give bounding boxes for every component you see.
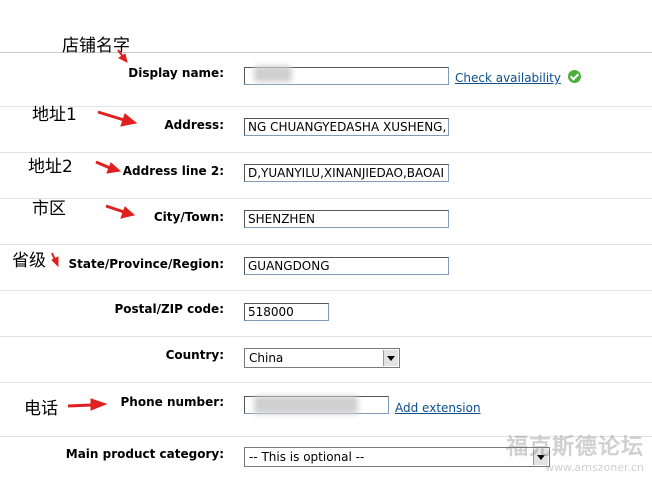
phone-label: Phone number:: [120, 395, 224, 409]
annotation-address: 地址1: [32, 105, 77, 125]
category-select[interactable]: -- This is optional --: [244, 447, 550, 467]
check-availability-link[interactable]: Check availability: [455, 71, 561, 85]
state-input[interactable]: GUANGDONG: [244, 257, 449, 275]
annotation-city: 市区: [32, 199, 66, 219]
postal-input[interactable]: 518000: [244, 303, 329, 321]
row-divider: [0, 198, 652, 199]
redacted-display-name: [254, 66, 292, 82]
display-name-label: Display name:: [128, 66, 224, 80]
site-watermark: 福克斯德论坛 www.amszoner.cn: [506, 429, 644, 474]
city-input[interactable]: SHENZHEN: [244, 210, 449, 228]
chevron-down-icon[interactable]: [383, 350, 398, 366]
row-divider: [0, 290, 652, 291]
redacted-phone-number: [254, 396, 358, 414]
check-circle-icon: [568, 70, 581, 83]
add-extension-link[interactable]: Add extension: [395, 401, 481, 415]
address-line-2-label: Address line 2:: [122, 164, 224, 178]
city-label: City/Town:: [153, 210, 224, 224]
country-label: Country:: [165, 348, 224, 362]
category-label: Main product category:: [65, 447, 224, 461]
address-line-2-input[interactable]: D,YUANYILU,XINANJIEDAO,BAOAI: [244, 164, 449, 182]
postal-label: Postal/ZIP code:: [114, 302, 224, 316]
country-selected-value: China: [249, 351, 284, 365]
state-label: State/Province/Region:: [68, 257, 224, 271]
address-input[interactable]: NG CHUANGYEDASHA XUSHENG,: [244, 118, 449, 136]
annotation-phone: 电话: [24, 399, 58, 419]
watermark-url: www.amszoner.cn: [545, 461, 644, 474]
address-label: Address:: [164, 118, 224, 132]
annotation-display-name: 店铺名字: [62, 36, 130, 56]
country-select[interactable]: China: [244, 348, 400, 368]
annotation-state: 省级: [12, 251, 46, 271]
row-divider: [0, 336, 652, 337]
row-divider: [0, 152, 652, 153]
annotation-address-line-2: 地址2: [28, 157, 73, 177]
category-selected-value: -- This is optional --: [249, 450, 365, 464]
row-divider: [0, 106, 652, 107]
row-divider: [0, 244, 652, 245]
watermark-title: 福克斯德论坛: [505, 435, 644, 460]
row-divider: [0, 382, 652, 383]
